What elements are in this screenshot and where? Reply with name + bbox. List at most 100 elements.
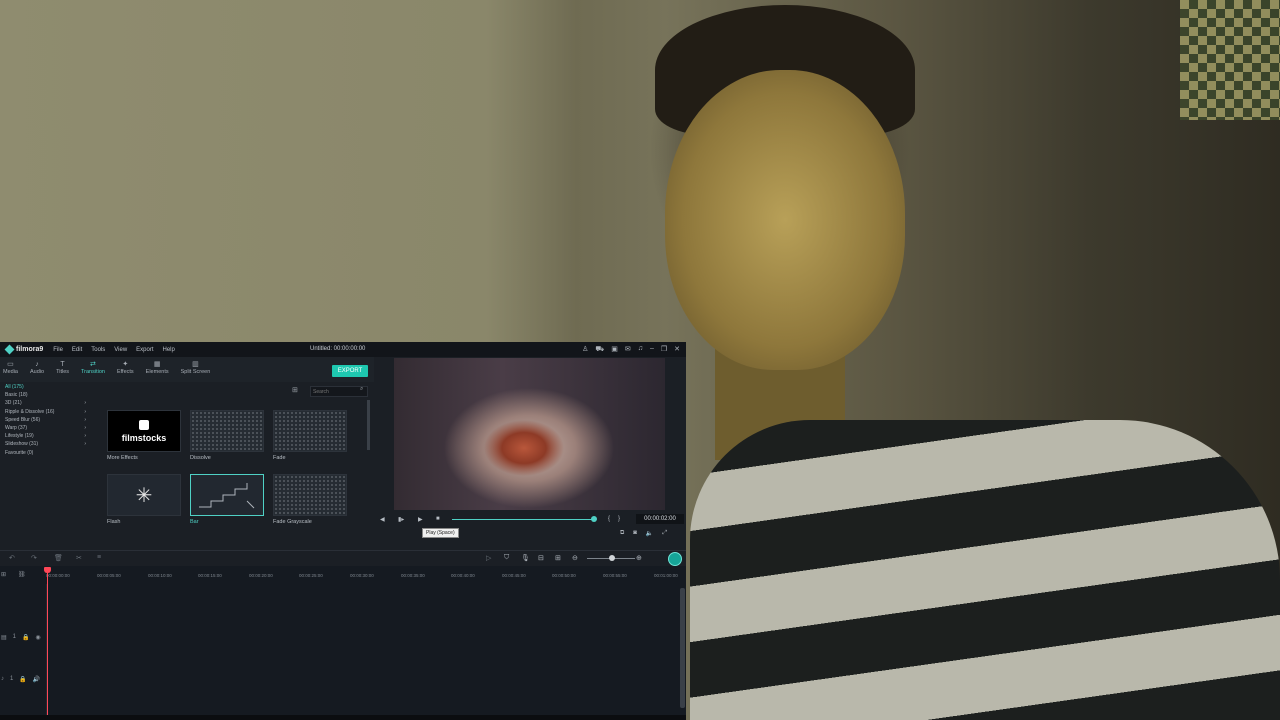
library-tabs: ▭ Media ♪ Audio T Titles ⇄ Transition ✦ … (0, 357, 374, 382)
zoom-slider-handle[interactable] (609, 555, 615, 561)
video-track-icon: ▤ (1, 635, 7, 641)
playhead[interactable] (47, 568, 48, 718)
minimize-icon[interactable]: – (650, 345, 654, 354)
audio-track-icon: ♪ (1, 676, 4, 682)
lock-icon[interactable]: 🔒 (22, 634, 29, 641)
ruler-tick: 00:00:05:00 (97, 573, 121, 578)
playback-scrubber[interactable] (591, 516, 597, 522)
category-item[interactable]: Favourite (0) (0, 450, 92, 458)
save-icon[interactable]: ▣ (611, 345, 618, 354)
tab-media[interactable]: ▭ Media (3, 357, 18, 382)
category-label: Slideshow (31) (5, 441, 39, 448)
tab-elements[interactable]: ▦ Elements (146, 357, 169, 382)
zoom-in-icon[interactable]: ⊕ (636, 554, 642, 562)
menu-help[interactable]: Help (163, 347, 175, 353)
category-item[interactable]: Warp (37) › (0, 425, 92, 433)
record-button[interactable] (668, 552, 682, 566)
ruler-tick: 00:00:25:00 (299, 573, 323, 578)
close-icon[interactable]: ✕ (674, 345, 680, 354)
zoom-out-icon[interactable]: ⊖ (572, 554, 578, 562)
maximize-icon[interactable]: ❐ (661, 345, 667, 354)
account-icon[interactable]: ♙ (582, 345, 588, 354)
transition-thumb-flash[interactable]: ✳ (107, 474, 181, 516)
tab-titles[interactable]: T Titles (56, 357, 69, 382)
ruler-tick: 00:00:30:00 (350, 573, 374, 578)
mark-out-icon[interactable]: } (618, 516, 620, 522)
menu-edit[interactable]: Edit (72, 347, 82, 353)
redo-icon[interactable]: ↷ (31, 554, 37, 562)
export-button[interactable]: EXPORT (332, 365, 368, 377)
menu-file[interactable]: File (53, 347, 63, 353)
lock-icon[interactable]: 🔒 (19, 676, 26, 683)
delete-icon[interactable]: 🗑 (54, 554, 63, 562)
category-item[interactable]: Slideshow (31) › (0, 441, 92, 449)
voiceover-icon[interactable]: ⊟ (538, 554, 544, 562)
playback-controls: ◀ ▮▸ ▶ ■ { } 00:00:02:00 (374, 512, 686, 526)
transition-thumb-fade[interactable] (273, 410, 347, 452)
ruler-tick: 00:00:00:00 (46, 573, 70, 578)
search-icon[interactable]: ⌕ (360, 386, 363, 393)
mail-icon[interactable]: ✉ (625, 345, 631, 354)
previous-frame-icon[interactable]: ◀ (380, 516, 385, 523)
tab-split-screen[interactable]: ▥ Split Screen (181, 357, 211, 382)
transition-thumb-fade-grayscale[interactable] (273, 474, 347, 516)
playback-progress[interactable] (452, 519, 594, 520)
link-icon[interactable]: ⛓ (18, 571, 26, 578)
menu-tools[interactable]: Tools (91, 347, 105, 353)
timeline[interactable]: ⊞ ⛓ 00:00:00:00 00:00:05:00 00:00:10:00 … (0, 566, 686, 720)
ruler-tick: 00:00:20:00 (249, 573, 273, 578)
speaker-icon[interactable]: 🔊 (33, 676, 40, 683)
mark-in-icon[interactable]: { (608, 516, 610, 522)
fullscreen-icon[interactable]: ⤢ (662, 530, 667, 537)
snapshot-timeline-icon[interactable]: ⊞ (555, 554, 561, 562)
render-icon[interactable]: ▷ (486, 554, 491, 562)
filmora-window: filmora9 File Edit Tools View Export Hel… (0, 342, 686, 720)
transition-thumb-bar[interactable] (190, 474, 264, 516)
adjust-icon[interactable]: ≡ (97, 554, 101, 561)
play-tooltip: Play (Space) (422, 528, 459, 538)
chevron-right-icon: › (84, 441, 86, 448)
notification-icon[interactable]: ♫ (638, 345, 643, 354)
filmora-logo-icon (4, 344, 15, 355)
category-item[interactable]: 3D (21) › (0, 400, 92, 408)
category-item[interactable]: Lifestyle (19) › (0, 433, 92, 441)
preview-player[interactable] (394, 358, 665, 510)
category-item[interactable]: Basic (18) (0, 392, 92, 400)
volume-icon[interactable]: 🔈 (646, 530, 653, 537)
track-number: 1 (12, 634, 17, 640)
menu-export[interactable]: Export (136, 347, 153, 353)
category-item[interactable]: Ripple & Dissolve (16) › (0, 409, 92, 417)
tab-effects[interactable]: ✦ Effects (117, 357, 134, 382)
time-ruler[interactable]: 00:00:00:00 00:00:05:00 00:00:10:00 00:0… (46, 571, 686, 583)
category-item[interactable]: All (175) (0, 384, 92, 392)
transition-label: Dissolve (190, 455, 211, 461)
cut-icon[interactable]: ✂ (76, 554, 82, 562)
microphone-icon[interactable]: 🎙 (521, 554, 530, 562)
play-icon[interactable]: ▶ (418, 516, 423, 523)
menu-view[interactable]: View (114, 347, 127, 353)
marker-icon[interactable]: ⛉ (504, 554, 509, 562)
cart-icon[interactable]: ⛟ (595, 345, 604, 354)
snapshot-icon[interactable]: ◙ (633, 530, 637, 537)
stop-icon[interactable]: ■ (436, 516, 440, 522)
undo-icon[interactable]: ↶ (9, 554, 15, 562)
transition-thumb-more-effects[interactable]: filmstocks (107, 410, 181, 452)
search-area: ⊞ ⌕ (292, 386, 370, 397)
ruler-tick: 00:00:10:00 (148, 573, 172, 578)
step-back-icon[interactable]: ▮▸ (398, 516, 404, 523)
transition-thumb-dissolve[interactable] (190, 410, 264, 452)
timeline-scrollbar[interactable] (680, 588, 685, 708)
tab-transition[interactable]: ⇄ Transition (81, 357, 105, 382)
add-track-icon[interactable]: ⊞ (1, 571, 6, 578)
category-list: All (175) Basic (18) 3D (21) › Ripple & D… (0, 384, 92, 544)
app-logo: filmora9 (0, 344, 43, 355)
music-icon: ♪ (35, 361, 39, 368)
window-title: Untitled: 00:00:00:00 (310, 346, 366, 352)
render-preview-icon[interactable]: ⧉ (620, 530, 624, 537)
library-scrollbar[interactable] (367, 400, 370, 450)
category-item[interactable]: Speed Blur (56) › (0, 417, 92, 425)
video-track-header: ▤ 1 🔒 ◉ (1, 634, 41, 641)
eye-icon[interactable]: ◉ (36, 634, 41, 641)
grid-view-icon[interactable]: ⊞ (292, 386, 298, 394)
tab-audio[interactable]: ♪ Audio (30, 357, 44, 382)
